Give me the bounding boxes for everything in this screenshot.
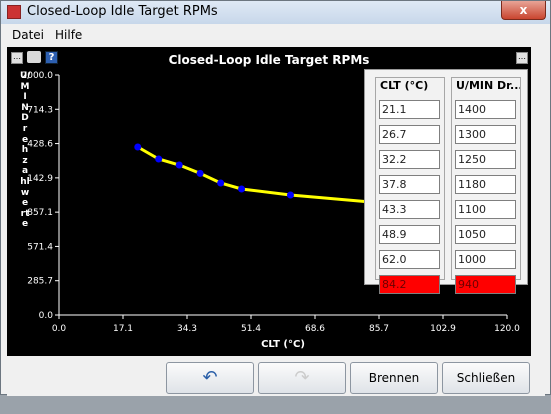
- clt-cell[interactable]: 62.0: [379, 250, 440, 269]
- y-tick-label: 714.3: [27, 105, 53, 115]
- app-icon: [7, 5, 21, 19]
- x-tick-label: 102.9: [430, 324, 456, 334]
- x-tick-label: 51.4: [241, 324, 261, 334]
- clt-cell[interactable]: 26.7: [379, 125, 440, 144]
- x-tick-label: 85.7: [369, 324, 389, 334]
- clt-cell[interactable]: 32.2: [379, 150, 440, 169]
- redo-button[interactable]: ↷: [258, 362, 346, 394]
- clt-cell[interactable]: 37.8: [379, 175, 440, 194]
- x-tick-label: 0.0: [52, 324, 67, 334]
- x-tick-label: 120.0: [494, 324, 520, 334]
- undo-icon: ↶: [202, 367, 218, 388]
- data-point: [217, 179, 225, 187]
- chart-panel: … ? … Closed-Loop Idle Target RPMs U/MIN…: [7, 47, 531, 356]
- rpm-cell[interactable]: 1180: [455, 175, 516, 194]
- x-tick-label: 34.3: [177, 324, 197, 334]
- rpm-cell[interactable]: 1250: [455, 150, 516, 169]
- rpm-cell[interactable]: 940: [455, 275, 516, 294]
- x-tick-label: 17.1: [113, 324, 133, 334]
- rpm-column-header: U/MIN Dr...: [456, 79, 520, 92]
- clt-column-header: CLT (°C): [380, 79, 429, 92]
- table-panel: CLT (°C) 21.1 26.7 32.2 37.8 43.3 48.9 62.0 84.…: [364, 69, 528, 294]
- app-window: Closed-Loop Idle Target RPMs x Datei Hil…: [0, 0, 551, 396]
- clt-cell[interactable]: 48.9: [379, 225, 440, 244]
- redo-icon: ↷: [294, 367, 310, 388]
- data-point: [175, 161, 183, 169]
- clt-cell[interactable]: 21.1: [379, 100, 440, 119]
- y-tick-label: 2000.0: [22, 71, 54, 81]
- y-tick-label: 428.6: [27, 140, 53, 150]
- y-tick-label: 0.0: [39, 311, 54, 321]
- data-point: [286, 191, 294, 199]
- clt-column: CLT (°C) 21.1 26.7 32.2 37.8 43.3 48.9 62.0 84.…: [375, 77, 445, 294]
- data-point: [134, 143, 142, 151]
- close-window-button[interactable]: x: [501, 1, 546, 20]
- menu-bar: Datei Hilfe: [7, 25, 545, 45]
- rpm-cell[interactable]: 1400: [455, 100, 516, 119]
- menu-hilfe[interactable]: Hilfe: [55, 28, 82, 42]
- button-bar: ↶ ↷ Brennen Schließen: [7, 356, 545, 396]
- y-tick-label: 285.7: [27, 277, 53, 287]
- burn-button[interactable]: Brennen: [350, 362, 438, 394]
- data-point: [196, 169, 204, 177]
- close-button[interactable]: Schließen: [442, 362, 530, 394]
- rpm-cell[interactable]: 1100: [455, 200, 516, 219]
- series-line: [137, 145, 374, 204]
- x-axis-label: CLT (°C): [261, 339, 305, 350]
- y-tick-label: 142.9: [27, 174, 53, 184]
- y-tick-label: 857.1: [27, 208, 53, 218]
- rpm-cell[interactable]: 1000: [455, 250, 516, 269]
- rpm-column: U/MIN Dr... 1400 1300 1250 1180 1100 1050 1000…: [451, 77, 521, 294]
- data-point: [155, 155, 163, 163]
- y-tick-label: 571.4: [27, 242, 53, 252]
- title-bar[interactable]: Closed-Loop Idle Target RPMs x: [1, 1, 550, 24]
- clt-cell[interactable]: 84.2: [379, 275, 440, 294]
- window-title: Closed-Loop Idle Target RPMs: [27, 4, 218, 19]
- undo-button[interactable]: ↶: [166, 362, 254, 394]
- rpm-cell[interactable]: 1050: [455, 225, 516, 244]
- x-tick-label: 68.6: [305, 324, 325, 334]
- desktop-background: [0, 395, 551, 414]
- rpm-cell[interactable]: 1300: [455, 125, 516, 144]
- clt-cell[interactable]: 43.3: [379, 200, 440, 219]
- menu-datei[interactable]: Datei: [12, 28, 44, 42]
- data-point: [238, 185, 246, 193]
